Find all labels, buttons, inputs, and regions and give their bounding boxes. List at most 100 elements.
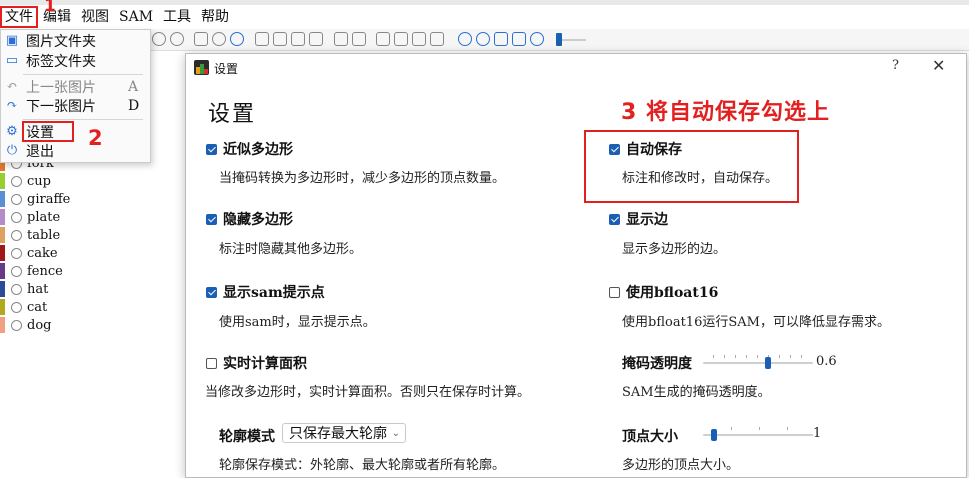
list-item[interactable]: plate bbox=[0, 208, 60, 226]
vertex-size-label: 顶点大小 bbox=[622, 429, 678, 445]
auto-save-desc: 标注和修改时，自动保存。 bbox=[622, 171, 779, 186]
move-bottom-icon[interactable] bbox=[352, 32, 366, 46]
menu-item-shortcut: D bbox=[128, 98, 140, 114]
menu-item-exit[interactable]: ⏻ 退出 bbox=[1, 141, 150, 161]
label-radio[interactable] bbox=[11, 319, 22, 331]
draw-icon[interactable] bbox=[255, 32, 269, 46]
label-color-swatch bbox=[0, 281, 5, 297]
show-edge-desc: 显示多边形的边。 bbox=[622, 242, 727, 257]
visibility-icon[interactable] bbox=[530, 32, 544, 46]
layer-3-icon[interactable] bbox=[412, 32, 426, 46]
show-sam-points-checkbox[interactable] bbox=[206, 286, 217, 298]
use-bfloat16-desc: 使用bfloat16运行SAM，可以降低显存需求。 bbox=[622, 315, 890, 330]
label-color-swatch bbox=[0, 245, 5, 261]
menu-help[interactable]: 帮助 bbox=[196, 6, 234, 28]
redo-icon[interactable] bbox=[170, 32, 184, 46]
cancel-icon[interactable] bbox=[230, 32, 244, 46]
label-radio[interactable] bbox=[11, 247, 22, 259]
label-radio[interactable] bbox=[11, 265, 22, 277]
use-bfloat16-checkbox[interactable] bbox=[609, 286, 620, 298]
approx-polygon-option[interactable]: 近似多边形 bbox=[206, 139, 293, 159]
label-radio[interactable] bbox=[11, 193, 22, 205]
help-button[interactable]: ? bbox=[892, 58, 899, 73]
menu-item-label: 标签文件夹 bbox=[26, 54, 96, 70]
slider-thumb[interactable] bbox=[711, 429, 717, 441]
auto-save-checkbox[interactable] bbox=[609, 143, 620, 155]
fit-width-icon[interactable] bbox=[494, 32, 508, 46]
clear-icon[interactable] bbox=[194, 32, 208, 46]
menu-item-label: 退出 bbox=[26, 144, 54, 160]
hide-polygon-checkbox[interactable] bbox=[206, 213, 217, 225]
menu-tools[interactable]: 工具 bbox=[158, 6, 196, 28]
slider-tick bbox=[757, 355, 758, 358]
forward-arrow-icon: ↷ bbox=[6, 98, 18, 113]
slider-thumb[interactable] bbox=[765, 357, 771, 369]
show-edge-checkbox[interactable] bbox=[609, 213, 620, 225]
slider-tick bbox=[731, 427, 732, 430]
label-radio[interactable] bbox=[11, 175, 22, 187]
save-icon[interactable] bbox=[291, 32, 305, 46]
list-item[interactable]: giraffe bbox=[0, 190, 70, 208]
list-item[interactable]: cake bbox=[0, 244, 58, 262]
list-item[interactable]: cup bbox=[0, 172, 51, 190]
label-color-swatch bbox=[0, 263, 5, 279]
approx-polygon-checkbox[interactable] bbox=[206, 143, 217, 155]
vertex-size-slider[interactable] bbox=[703, 427, 813, 441]
menu-divider bbox=[23, 119, 143, 120]
layer-4-icon[interactable] bbox=[430, 32, 444, 46]
layer-2-icon[interactable] bbox=[394, 32, 408, 46]
label-color-swatch bbox=[0, 191, 5, 207]
contour-mode-desc: 轮廓保存模式：外轮廓、最大轮廓或者所有轮廓。 bbox=[219, 458, 506, 473]
realtime-area-option[interactable]: 实时计算面积 bbox=[206, 353, 307, 373]
option-label: 实时计算面积 bbox=[223, 356, 307, 372]
move-top-icon[interactable] bbox=[334, 32, 348, 46]
realtime-area-checkbox[interactable] bbox=[206, 357, 217, 369]
hide-polygon-option[interactable]: 隐藏多边形 bbox=[206, 209, 293, 229]
list-item[interactable]: table bbox=[0, 226, 60, 244]
back-arrow-icon: ↶ bbox=[6, 79, 18, 94]
label-radio[interactable] bbox=[11, 229, 22, 241]
auto-save-option[interactable]: 自动保存 bbox=[609, 139, 682, 159]
menu-item-label: 上一张图片 bbox=[26, 80, 96, 96]
menu-view[interactable]: 视图 bbox=[76, 6, 114, 28]
menu-item-prev-image[interactable]: ↶ 上一张图片 A bbox=[1, 77, 150, 97]
show-sam-points-option[interactable]: 显示sam提示点 bbox=[206, 282, 325, 302]
menu-item-next-image[interactable]: ↷ 下一张图片 D bbox=[1, 96, 150, 116]
delete-icon[interactable] bbox=[309, 32, 323, 46]
list-item[interactable]: dog bbox=[0, 316, 51, 334]
close-button[interactable]: ✕ bbox=[932, 56, 945, 75]
list-item[interactable]: cat bbox=[0, 298, 47, 316]
zoom-out-icon[interactable] bbox=[476, 32, 490, 46]
label-name: giraffe bbox=[27, 191, 71, 207]
option-label: 显示sam提示点 bbox=[223, 285, 325, 301]
option-label: 近似多边形 bbox=[223, 142, 293, 158]
app-logo-icon bbox=[194, 60, 209, 75]
show-edge-option[interactable]: 显示边 bbox=[609, 209, 668, 229]
menu-file[interactable]: 文件 bbox=[0, 6, 38, 28]
file-menu: ▣ 图片文件夹 ▭ 标签文件夹 ↶ 上一张图片 A ↷ 下一张图片 D ⚙ 设置… bbox=[0, 29, 151, 163]
approx-polygon-desc: 当掩码转换为多边形时，减少多边形的顶点数量。 bbox=[219, 171, 506, 186]
menu-item-label-folder[interactable]: ▭ 标签文件夹 bbox=[1, 51, 150, 71]
zoom-in-icon[interactable] bbox=[458, 32, 472, 46]
use-bfloat16-option[interactable]: 使用bfloat16 bbox=[609, 282, 718, 302]
layer-1-icon[interactable] bbox=[376, 32, 390, 46]
mask-opacity-label: 掩码透明度 bbox=[622, 356, 692, 372]
slider-tick bbox=[713, 355, 714, 358]
label-radio[interactable] bbox=[11, 301, 22, 313]
check-icon[interactable] bbox=[212, 32, 226, 46]
label-radio[interactable] bbox=[11, 211, 22, 223]
mask-opacity-slider[interactable] bbox=[703, 355, 813, 369]
list-item[interactable]: hat bbox=[0, 280, 48, 298]
fit-image-icon[interactable] bbox=[512, 32, 526, 46]
label-color-swatch bbox=[0, 317, 5, 333]
menu-sam[interactable]: SAM bbox=[114, 6, 158, 28]
label-radio[interactable] bbox=[11, 283, 22, 295]
menu-item-image-folder[interactable]: ▣ 图片文件夹 bbox=[1, 31, 150, 51]
list-item[interactable]: fence bbox=[0, 262, 63, 280]
label-color-swatch bbox=[0, 173, 5, 189]
label-color-swatch bbox=[0, 227, 5, 243]
copy-icon[interactable] bbox=[273, 32, 287, 46]
slider-track bbox=[703, 434, 813, 436]
undo-icon[interactable] bbox=[152, 32, 166, 46]
contour-mode-dropdown[interactable]: 只保存最大轮廓 ⌄ bbox=[282, 423, 406, 443]
